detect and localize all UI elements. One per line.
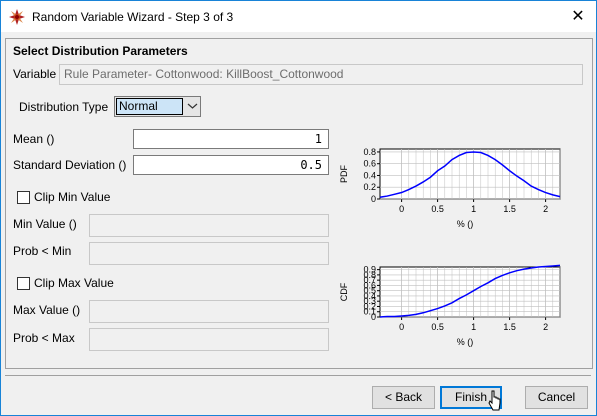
distribution-type-label: Distribution Type [19, 100, 109, 114]
mean-input[interactable]: 1 [133, 129, 329, 149]
x-tick-label: 0.5 [431, 322, 444, 332]
clip-max-label: Clip Max Value [34, 276, 114, 290]
variable-field: Rule Parameter- Cottonwood: KillBoost_Co… [59, 64, 583, 85]
x-tick-label: 2 [543, 322, 548, 332]
std-dev-label: Standard Deviation () [13, 158, 127, 172]
section-title: Select Distribution Parameters [13, 44, 188, 58]
x-tick-label: 0 [399, 204, 404, 214]
y-tick-label: 0.8 [363, 147, 376, 157]
x-axis-label: % () [457, 337, 474, 347]
y-tick-label: 0 [371, 194, 376, 204]
mean-label: Mean () [13, 132, 55, 146]
std-dev-input[interactable]: 0.5 [133, 155, 329, 175]
variable-label: Variable [13, 67, 57, 81]
mouse-cursor-icon [488, 390, 501, 411]
x-tick-label: 1.5 [503, 322, 516, 332]
prob-max-label: Prob < Max [13, 331, 75, 345]
x-tick-label: 1 [471, 322, 476, 332]
y-tick-label: 0.6 [363, 159, 376, 169]
distribution-type-select[interactable]: Normal [114, 96, 201, 117]
x-tick-label: 1.5 [503, 204, 516, 214]
title-bar[interactable]: Random Variable Wizard - Step 3 of 3 ✕ [1, 1, 596, 32]
y-tick-label: 0.9 [363, 265, 376, 275]
distribution-type-value: Normal [116, 98, 183, 115]
chevron-down-icon [187, 103, 198, 109]
window-title: Random Variable Wizard - Step 3 of 3 [32, 10, 234, 24]
app-logo-icon [9, 9, 25, 25]
min-value-input [89, 214, 329, 237]
x-tick-label: 2 [543, 204, 548, 214]
x-tick-label: 1 [471, 204, 476, 214]
prob-max-input [89, 328, 329, 351]
clip-max-checkbox[interactable] [17, 277, 30, 290]
min-value-label: Min Value () [13, 217, 77, 231]
x-tick-label: 0.5 [431, 204, 444, 214]
y-tick-label: 0.4 [363, 170, 376, 180]
x-tick-label: 0 [399, 322, 404, 332]
max-value-input [89, 300, 329, 323]
y-tick-label: 0.2 [363, 182, 376, 192]
cancel-button[interactable]: Cancel [525, 386, 588, 409]
back-button[interactable]: < Back [372, 386, 435, 409]
prob-min-input [89, 242, 329, 265]
x-axis-label: % () [457, 219, 474, 229]
prob-min-label: Prob < Min [13, 244, 72, 258]
max-value-label: Max Value () [13, 303, 81, 317]
pdf-chart: 0 0.5 1 1.5 2 0 0.2 0.40.6 0.8 PDF % () [339, 147, 561, 229]
y-axis-label: CDF [339, 282, 349, 301]
clip-min-label: Clip Min Value [34, 190, 111, 204]
footer-separator [5, 375, 591, 376]
close-icon[interactable]: ✕ [563, 6, 593, 28]
clip-min-checkbox[interactable] [17, 191, 30, 204]
y-axis-label: PDF [339, 164, 349, 183]
plot-area [379, 148, 561, 200]
cdf-chart: 0 0.5 1 1.5 200.10.20.30.40.50.60.70.80.9CDF… [339, 265, 561, 347]
